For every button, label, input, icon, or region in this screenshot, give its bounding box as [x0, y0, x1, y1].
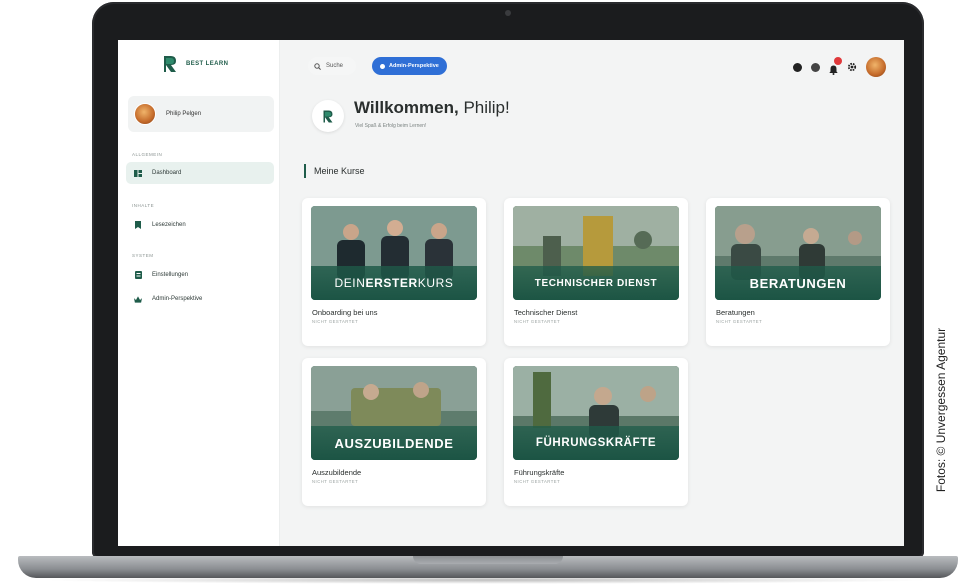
banner-text-post: KURS: [417, 276, 454, 290]
course-card[interactable]: BERATUNGEN Beratungen NICHT GESTARTET: [706, 198, 890, 346]
course-status: NICHT GESTARTET: [514, 479, 561, 484]
laptop-notch: [413, 556, 563, 564]
avatar[interactable]: [866, 57, 886, 77]
user-card[interactable]: Philip Pelgen: [128, 96, 274, 132]
course-status: NICHT GESTARTET: [716, 319, 763, 324]
course-image: DEIN ERSTER KURS: [311, 206, 477, 300]
app-screen: BEST LEARN Philip Pelgen ALLGEMEIN Dashb…: [118, 40, 904, 546]
sidebar-item-label: Lesezeichen: [152, 222, 186, 228]
sidebar-item-label: Dashboard: [152, 170, 182, 176]
course-image: AUSZUBILDENDE: [311, 366, 477, 460]
course-card[interactable]: TECHNISCHER DIENST Technischer Dienst NI…: [504, 198, 688, 346]
sidebar-item-label: Admin-Perspektive: [152, 296, 203, 302]
course-title: Technischer Dienst: [514, 308, 578, 317]
course-title: Beratungen: [716, 308, 755, 317]
banner-text-pre: DEIN: [334, 276, 366, 290]
course-banner: DEIN ERSTER KURS: [311, 266, 477, 300]
sidebar-item-einstellungen[interactable]: Einstellungen: [126, 264, 274, 286]
section-heading: Meine Kurse: [304, 164, 365, 178]
notification-badge: [834, 57, 842, 65]
course-title: Führungskräfte: [514, 468, 565, 477]
brand-logo-icon: [323, 110, 333, 122]
course-title: Auszubildende: [312, 468, 362, 477]
welcome-title-bold: Willkommen,: [354, 98, 459, 117]
admin-pill-label: Admin-Perspektive: [389, 63, 439, 69]
course-image: FÜHRUNGSKRÄFTE: [513, 366, 679, 460]
course-image: TECHNISCHER DIENST: [513, 206, 679, 300]
welcome-title-name: Philip!: [463, 98, 510, 117]
brand-name: BEST LEARN: [186, 61, 229, 67]
admin-perspective-pill[interactable]: Admin-Perspektive: [372, 57, 447, 75]
settings-list-icon: [134, 271, 142, 279]
course-image: BERATUNGEN: [715, 206, 881, 300]
brand-logo-icon: [164, 56, 176, 72]
section-label-inhalte: INHALTE: [132, 203, 155, 208]
admin-dot-icon: [380, 63, 385, 69]
help-icon[interactable]: [793, 62, 802, 72]
laptop-base: [18, 556, 958, 578]
globe-icon[interactable]: [811, 62, 820, 72]
course-banner: BERATUNGEN: [715, 266, 881, 300]
banner-text-bold: AUSZUBILDENDE: [334, 435, 454, 451]
banner-text-bold: BERATUNGEN: [749, 275, 847, 291]
search-icon: [314, 62, 321, 70]
sidebar-item-lesezeichen[interactable]: Lesezeichen: [126, 214, 274, 236]
course-status: NICHT GESTARTET: [514, 319, 561, 324]
brand[interactable]: BEST LEARN: [162, 54, 228, 74]
banner-text-bold: FÜHRUNGSKRÄFTE: [535, 437, 657, 449]
page-title: Willkommen, Philip!: [354, 98, 510, 118]
photo-credit: Fotos: © Unvergessen Agentur: [926, 300, 956, 520]
search-label: Suche: [326, 63, 344, 69]
course-banner: TECHNISCHER DIENST: [513, 266, 679, 300]
sidebar-item-dashboard[interactable]: Dashboard: [126, 162, 274, 184]
notifications-button[interactable]: [829, 57, 842, 75]
course-status: NICHT GESTARTET: [312, 479, 359, 484]
topbar-actions: [793, 57, 886, 77]
section-label-allgemein: ALLGEMEIN: [132, 152, 163, 157]
sidebar: BEST LEARN Philip Pelgen ALLGEMEIN Dashb…: [118, 40, 280, 546]
bell-icon: [829, 65, 838, 75]
product-photo: BEST LEARN Philip Pelgen ALLGEMEIN Dashb…: [0, 0, 974, 587]
course-status: NICHT GESTARTET: [312, 319, 359, 324]
course-card[interactable]: AUSZUBILDENDE Auszubildende NICHT GESTAR…: [302, 358, 486, 506]
course-title: Onboarding bei uns: [312, 308, 378, 317]
avatar: [134, 103, 156, 125]
section-label-system: SYSTEM: [132, 253, 154, 258]
user-name: Philip Pelgen: [166, 111, 202, 117]
banner-text-bold: TECHNISCHER DIENST: [534, 277, 658, 289]
crown-icon: [134, 295, 142, 303]
bookmark-icon: [134, 221, 142, 229]
course-banner: AUSZUBILDENDE: [311, 426, 477, 460]
photo-credit-text: Fotos: © Unvergessen Agentur: [934, 327, 948, 493]
banner-text-bold: ERSTER: [365, 276, 418, 290]
course-banner: FÜHRUNGSKRÄFTE: [513, 426, 679, 460]
dashboard-icon: [134, 169, 142, 177]
webcam: [505, 10, 511, 16]
course-card[interactable]: FÜHRUNGSKRÄFTE Führungskräfte NICHT GEST…: [504, 358, 688, 506]
welcome-subtitle: Viel Spaß & Erfolg beim Lernen!: [355, 123, 427, 129]
gear-icon[interactable]: [847, 62, 857, 72]
sidebar-item-label: Einstellungen: [152, 272, 189, 278]
search-button[interactable]: Suche: [308, 57, 356, 75]
welcome-logo: [312, 100, 344, 132]
sidebar-item-admin-perspektive[interactable]: Admin-Perspektive: [126, 288, 274, 310]
course-card[interactable]: DEIN ERSTER KURS Onboarding bei uns NICH…: [302, 198, 486, 346]
